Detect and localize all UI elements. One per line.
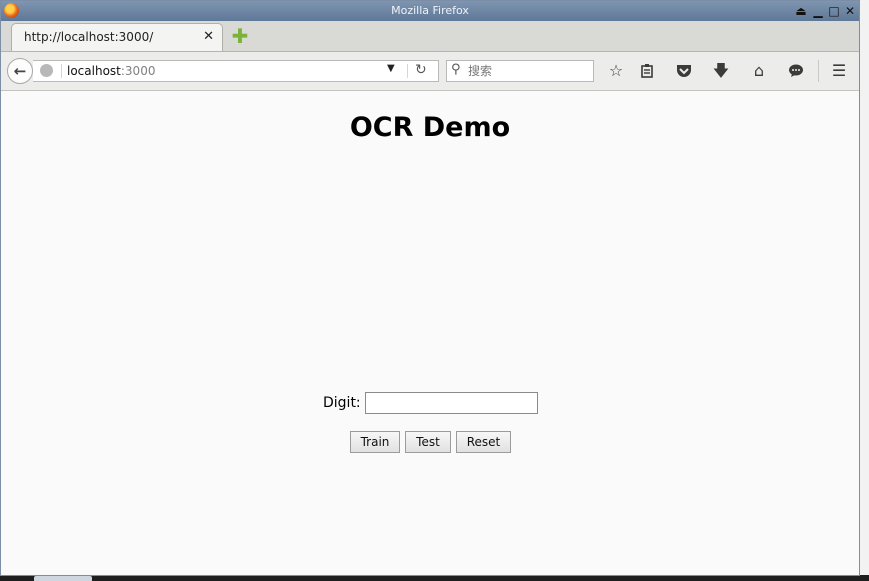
url-separator <box>61 64 62 78</box>
browser-window: Mozilla Firefox ⏏ ▁ □ ✕ http://localhost… <box>0 0 860 576</box>
toolbar-divider <box>818 60 819 82</box>
search-icon: ⚲ <box>451 62 461 77</box>
reading-list-icon[interactable] <box>636 60 658 82</box>
url-port: :3000 <box>120 64 156 78</box>
home-icon[interactable]: ⌂ <box>748 60 770 82</box>
close-window-icon[interactable]: ✕ <box>842 3 858 19</box>
shade-icon[interactable]: ⏏ <box>793 3 809 19</box>
tab-strip: http://localhost:3000/ ✕ ✚ <box>1 21 859 52</box>
back-arrow-icon[interactable]: ← <box>7 58 33 84</box>
url-separator-2 <box>407 64 408 78</box>
digit-input[interactable] <box>365 392 538 414</box>
search-input[interactable] <box>468 62 588 80</box>
train-button[interactable]: Train <box>350 431 400 453</box>
page-content: OCR Demo Digit: Train Test Reset <box>1 91 859 575</box>
new-tab-icon[interactable]: ✚ <box>231 26 249 46</box>
minimize-icon[interactable]: ▁ <box>810 3 826 19</box>
url-bar[interactable]: localhost:3000 ▼ ↻ <box>33 60 439 82</box>
test-button[interactable]: Test <box>405 431 451 453</box>
maximize-icon[interactable]: □ <box>826 3 842 19</box>
window-title: Mozilla Firefox <box>391 4 469 17</box>
url-text[interactable]: localhost:3000 <box>67 64 155 78</box>
download-icon[interactable]: 🡇 <box>710 60 732 82</box>
reset-button[interactable]: Reset <box>456 431 511 453</box>
tab-title: http://localhost:3000/ <box>24 30 154 44</box>
navigation-bar: ← localhost:3000 ▼ ↻ ⚲ ☆ 🡇 ⌂ ☰ <box>1 52 859 91</box>
desktop-background-right <box>860 0 869 581</box>
star-icon[interactable]: ☆ <box>605 60 627 82</box>
menu-icon[interactable]: ☰ <box>828 60 850 82</box>
pocket-icon[interactable] <box>673 60 695 82</box>
digit-label: Digit: <box>323 395 361 411</box>
chat-icon[interactable] <box>785 60 807 82</box>
tab-close-icon[interactable]: ✕ <box>203 29 214 44</box>
tab-active[interactable]: http://localhost:3000/ ✕ <box>11 23 223 51</box>
search-bar[interactable]: ⚲ <box>446 60 594 82</box>
reload-icon[interactable]: ↻ <box>415 62 427 78</box>
title-bar: Mozilla Firefox ⏏ ▁ □ ✕ <box>1 1 859 21</box>
globe-icon[interactable] <box>40 64 53 77</box>
taskbar-button[interactable] <box>34 576 92 581</box>
page-title: OCR Demo <box>349 112 511 143</box>
history-dropdown-icon[interactable]: ▼ <box>387 63 395 74</box>
url-host: localhost <box>67 64 121 78</box>
